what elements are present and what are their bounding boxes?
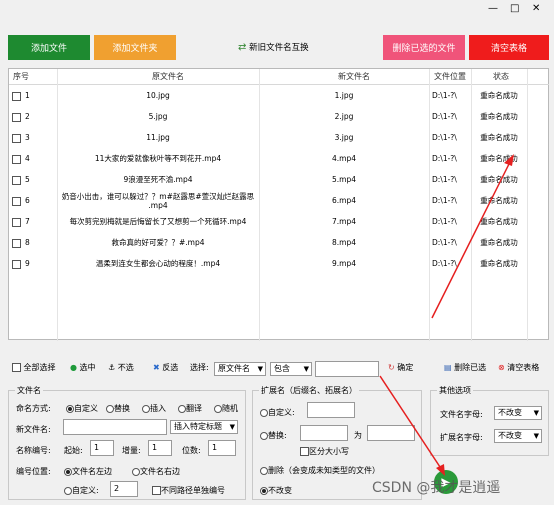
arrowhead-down [436, 464, 445, 476]
annotation-arrows [379, 154, 514, 476]
arrowhead-up [504, 154, 514, 166]
arrow-down [379, 375, 443, 471]
watermark: CSDN @我才是逍遥 [372, 480, 501, 496]
arrow-up [431, 157, 513, 319]
